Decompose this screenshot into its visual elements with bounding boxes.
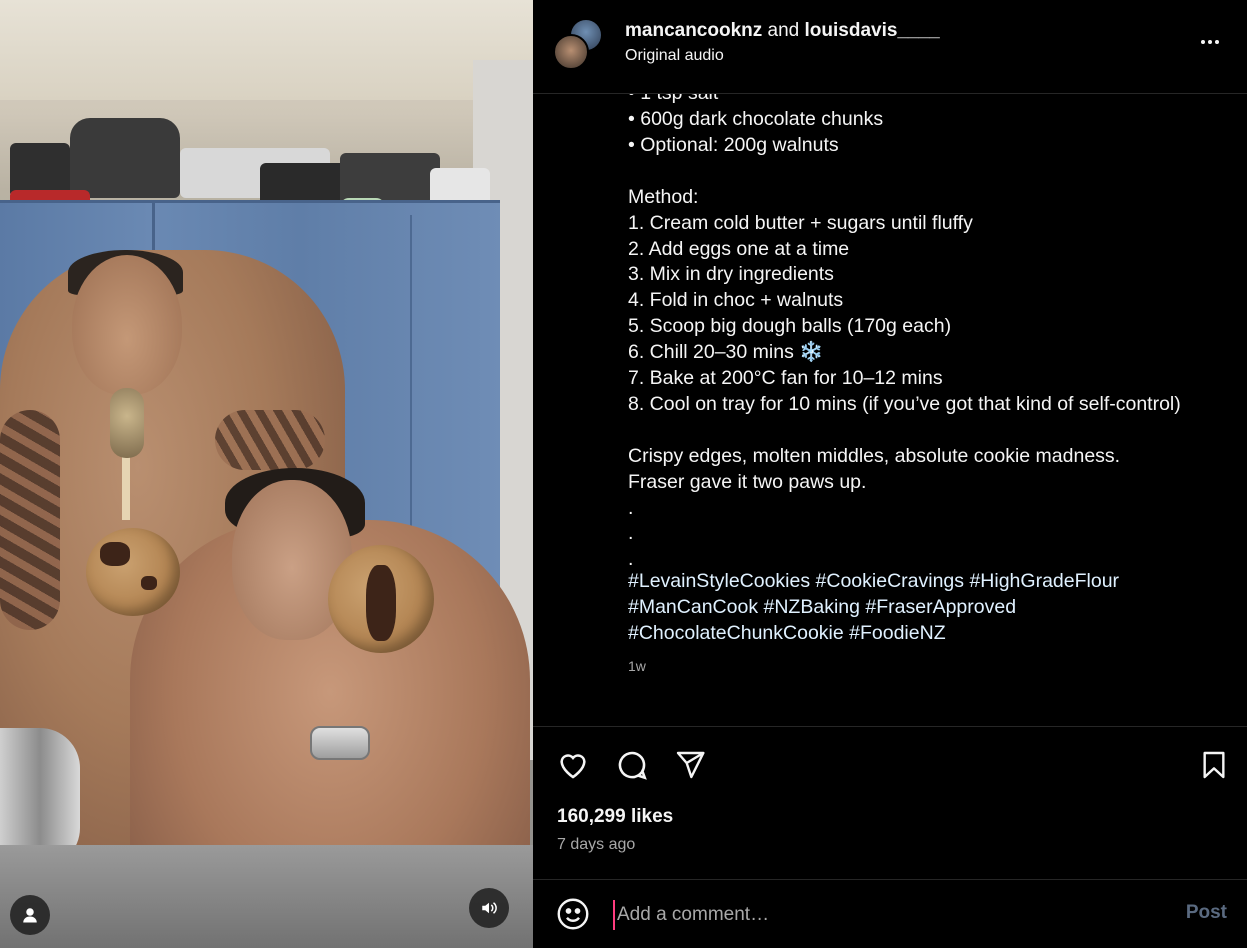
- hashtag-row: #LevainStyleCookies #CookieCravings #Hig…: [628, 569, 1238, 595]
- heart-icon: [560, 754, 586, 779]
- post-comment-button[interactable]: Post: [1186, 902, 1227, 924]
- username-link[interactable]: louisdavis____: [805, 20, 940, 41]
- caption-line: 1. Cream cold butter + sugars until fluf…: [628, 211, 973, 234]
- hashtag-link[interactable]: #NZBaking: [764, 596, 860, 618]
- username-link[interactable]: mancancooknz: [625, 20, 762, 41]
- caption-line: [628, 159, 1238, 185]
- caption-line: Method:: [628, 185, 699, 208]
- audio-link[interactable]: Original audio: [625, 47, 724, 65]
- hashtags: #LevainStyleCookies #CookieCravings #Hig…: [628, 569, 1238, 647]
- emoji-button[interactable]: [555, 896, 591, 932]
- caption-clipped-line: • 1 tsp salt: [628, 94, 1238, 107]
- bookmark-icon: [1203, 751, 1225, 779]
- post-panel: • 1 tsp salt• 600g dark chocolate chunks…: [533, 0, 1247, 948]
- tattoo: [0, 410, 60, 630]
- caption-line: 4. Fold in choc + walnuts: [628, 289, 844, 312]
- comment-button[interactable]: [614, 745, 650, 785]
- caption-line: 6. Chill 20–30 mins ❄️: [628, 341, 824, 364]
- more-icon: [1201, 40, 1205, 44]
- more-icon: [1208, 40, 1212, 44]
- cookie-dough: [110, 388, 144, 458]
- hashtag-link[interactable]: #CookieCravings: [816, 570, 965, 592]
- post-header: mancancooknz and louisdavis____ Original…: [533, 0, 1247, 94]
- user-icon: [23, 908, 37, 923]
- caption-line: 2. Add eggs one at a time: [628, 237, 850, 260]
- hashtag-row: #ManCanCook #NZBaking #FraserApproved: [628, 595, 1238, 621]
- ceiling: [0, 0, 533, 100]
- speaker-icon: [482, 902, 497, 914]
- collab-avatars[interactable]: [553, 18, 605, 70]
- stacked-pans: [10, 118, 490, 216]
- caption-line: .: [628, 522, 634, 545]
- caption-line: 3. Mix in dry ingredients: [628, 263, 834, 286]
- caption-line: • 600g dark chocolate chunks: [628, 108, 884, 130]
- caption-line: 5. Scoop big dough balls (170g each): [628, 315, 952, 338]
- caption-text: • 1 tsp salt• 600g dark chocolate chunks…: [628, 94, 1238, 573]
- countertop: [0, 845, 533, 948]
- more-icon: [1215, 40, 1219, 44]
- caption-line: Fraser gave it two paws up.: [628, 470, 867, 493]
- comment-bar: Post: [533, 880, 1247, 948]
- comment-input[interactable]: [613, 900, 1153, 930]
- save-button[interactable]: [1196, 745, 1232, 785]
- joiner-text: and: [767, 20, 800, 41]
- tagged-users-button[interactable]: [10, 895, 50, 935]
- cookie: [328, 545, 434, 653]
- likes-count[interactable]: 160,299 likes: [557, 806, 673, 828]
- caption-line: [628, 418, 1238, 444]
- avatar[interactable]: [553, 34, 589, 70]
- comment-icon: [618, 751, 647, 780]
- caption-line: • Optional: 200g walnuts: [628, 133, 839, 156]
- caption-time: 1w: [628, 658, 646, 674]
- more-options-button[interactable]: [1195, 30, 1225, 54]
- post-media[interactable]: [0, 0, 533, 948]
- emoji-icon: [557, 898, 589, 930]
- hashtag-row: #ChocolateChunkCookie #FoodieNZ: [628, 621, 1238, 647]
- hashtag-link[interactable]: #FraserApproved: [865, 596, 1016, 618]
- hashtag-link[interactable]: #LevainStyleCookies: [628, 570, 810, 592]
- hashtag-link[interactable]: #ChocolateChunkCookie: [628, 622, 844, 644]
- collab-names: mancancooknz and louisdavis____: [625, 20, 940, 42]
- hashtag-link[interactable]: #ManCanCook: [628, 596, 758, 618]
- caption-line: 8. Cool on tray for 10 mins (if you’ve g…: [628, 392, 1181, 415]
- send-icon: [676, 751, 705, 779]
- caption-scroll-area[interactable]: • 1 tsp salt• 600g dark chocolate chunks…: [533, 94, 1247, 726]
- caption-line: .: [628, 496, 634, 519]
- head: [72, 255, 182, 395]
- caption-line: Crispy edges, molten middles, absolute c…: [628, 444, 1121, 467]
- caption-line: 7. Bake at 200°C fan for 10–12 mins: [628, 367, 943, 390]
- divider: [533, 726, 1247, 727]
- action-bar: [533, 745, 1247, 785]
- caption-lines: • 600g dark chocolate chunks • Optional: …: [628, 107, 1238, 573]
- tattoo: [215, 410, 325, 470]
- audio-toggle-button[interactable]: [469, 888, 509, 928]
- cookie: [86, 528, 180, 616]
- wristwatch: [310, 726, 370, 760]
- post-date: 7 days ago: [557, 836, 636, 853]
- like-button[interactable]: [555, 745, 591, 785]
- hashtag-link[interactable]: #HighGradeFlour: [969, 570, 1119, 592]
- hashtag-link[interactable]: #FoodieNZ: [849, 622, 945, 644]
- share-button[interactable]: [672, 745, 708, 785]
